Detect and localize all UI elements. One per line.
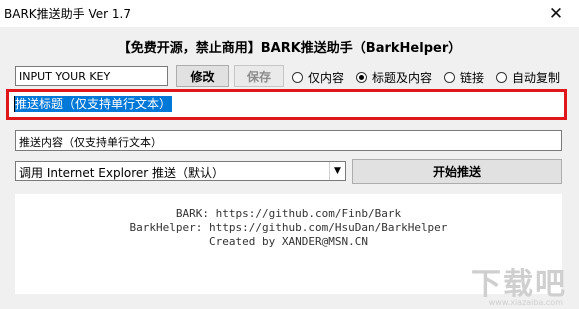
info-barkhelper-link: BarkHelper: https://github.com/HsuDan/Ba… [129, 221, 448, 234]
radio-label: 自动复制 [512, 70, 561, 85]
text-caret [14, 96, 15, 112]
watermark-url: www.xiazaiba.com [488, 298, 563, 307]
info-credit: Created by XANDER@MSN.CN [209, 235, 368, 248]
radio-label: 仅内容 [308, 70, 345, 85]
browser-select[interactable]: 调用 Internet Explorer 推送（默认） ▼ [15, 161, 346, 181]
info-bark-link: BARK: https://github.com/Finb/Bark [175, 207, 402, 220]
window-title: BARK推送助手 Ver 1.7 [4, 7, 131, 21]
save-button[interactable]: 保存 [234, 65, 284, 87]
page-title: 【免费开源，禁止商用】BARK推送助手（BarkHelper） [117, 41, 462, 56]
title-input-highlight: 推送标题（仅支持单行文本） [6, 89, 567, 120]
radio-circle-icon [444, 71, 455, 83]
radio-auto-copy[interactable]: 自动复制 [496, 69, 560, 85]
radio-label: 标题及内容 [372, 70, 433, 85]
radio-link[interactable]: 链接 [444, 69, 484, 85]
browser-select-value: 调用 Internet Explorer 推送（默认） [19, 166, 225, 180]
radio-circle-icon [496, 71, 507, 83]
radio-checked-icon [356, 71, 367, 83]
chevron-down-icon[interactable]: ▼ [329, 162, 345, 180]
radio-title-and-content[interactable]: 标题及内容 [356, 69, 432, 85]
modify-button[interactable]: 修改 [176, 65, 229, 87]
key-input[interactable]: INPUT YOUR KEY [15, 66, 168, 86]
watermark-logo: 下载吧 [471, 267, 567, 302]
main-panel: 【免费开源，禁止商用】BARK推送助手（BarkHelper） INPUT YO… [0, 27, 579, 309]
close-button[interactable]: ✕ [533, 0, 579, 27]
content-input[interactable]: 推送内容（仅支持单行文本） [15, 130, 562, 151]
radio-label: 链接 [460, 70, 485, 85]
close-icon: ✕ [548, 3, 564, 24]
title-input[interactable]: 推送标题（仅支持单行文本） [14, 96, 173, 112]
title-bar: BARK推送助手 Ver 1.7 ✕ [0, 0, 579, 27]
radio-content-only[interactable]: 仅内容 [292, 69, 344, 85]
start-push-button[interactable]: 开始推送 [352, 159, 562, 184]
radio-circle-icon [292, 71, 303, 83]
